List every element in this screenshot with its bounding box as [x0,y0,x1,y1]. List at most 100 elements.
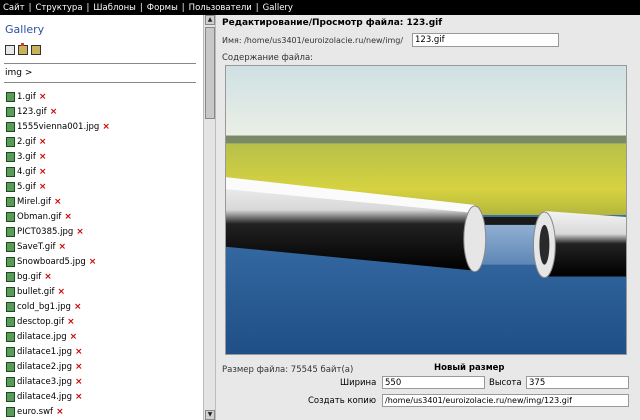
image-file-icon [6,211,15,222]
file-name[interactable]: euro.swf [17,407,53,417]
file-name[interactable]: 2.gif [17,137,36,147]
breadcrumb[interactable]: img > [5,68,32,78]
file-list-item[interactable]: dilatace1.jpg × [6,344,110,359]
delete-icon[interactable]: × [39,92,47,102]
file-list-item[interactable]: 123.gif × [6,104,110,119]
file-name[interactable]: cold_bg1.jpg [17,302,71,312]
delete-icon[interactable]: × [39,182,47,192]
file-name[interactable]: dilatace4.jpg [17,392,72,402]
file-list-item[interactable]: dilatace2.jpg × [6,359,110,374]
file-name[interactable]: Mirel.gif [17,197,51,207]
file-list-item[interactable]: bg.gif × [6,269,110,284]
delete-icon[interactable]: × [75,362,83,372]
delete-icon[interactable]: × [70,332,78,342]
delete-icon[interactable]: × [75,377,83,387]
file-list-item[interactable]: Obman.gif × [6,209,110,224]
file-name[interactable]: 123.gif [17,107,47,117]
new-size-title: Новый размер [434,363,505,373]
nav-link[interactable]: Сайт [3,3,25,13]
content-label: Содержание файла: [222,53,314,63]
image-file-icon [6,256,15,267]
delete-icon[interactable]: × [54,197,62,207]
image-preview [225,65,627,355]
nav-link[interactable]: Шаблоны [93,3,135,13]
nav-link[interactable]: Структура [36,3,83,13]
new-file-icon[interactable] [5,45,15,55]
delete-icon[interactable]: × [50,107,58,117]
gallery-sidebar: Gallery img > 1.gif × 123.gif × 1555vienna00… [0,15,203,420]
delete-icon[interactable]: × [44,272,52,282]
height-input[interactable] [526,376,629,389]
file-name[interactable]: dilatace3.jpg [17,377,72,387]
file-list-item[interactable]: PICT0385.jpg × [6,224,110,239]
delete-icon[interactable]: × [89,257,97,267]
file-name[interactable]: desctop.gif [17,317,64,327]
delete-icon[interactable]: × [102,122,110,132]
file-name[interactable]: bg.gif [17,272,41,282]
image-file-icon [6,136,15,147]
image-file-icon [6,286,15,297]
file-list-item[interactable]: 1555vienna001.jpg × [6,119,110,134]
delete-icon[interactable]: × [74,302,82,312]
new-folder-icon[interactable] [18,43,28,55]
nav-link[interactable]: Пользователи [189,3,252,13]
file-list-item[interactable]: SaveT.gif × [6,239,110,254]
sidebar-scrollbar[interactable]: ▲ ▼ [203,15,216,420]
image-file-icon [6,301,15,312]
delete-icon[interactable]: × [39,152,47,162]
file-name[interactable]: dilatace2.jpg [17,362,72,372]
delete-icon[interactable]: × [76,227,84,237]
scroll-down-arrow-icon[interactable]: ▼ [205,410,215,420]
nav-separator: | [255,2,259,13]
file-list-item[interactable]: euro.swf × [6,404,110,419]
file-list-item[interactable]: cold_bg1.jpg × [6,299,110,314]
file-name[interactable]: Snowboard5.jpg [17,257,86,267]
delete-icon[interactable]: × [59,242,67,252]
nav-link[interactable]: Формы [147,3,178,13]
nav-link[interactable]: Gallery [263,3,293,13]
delete-icon[interactable]: × [75,392,83,402]
file-list-item[interactable]: 5.gif × [6,179,110,194]
file-name[interactable]: 1.gif [17,92,36,102]
copy-path-input[interactable] [382,394,629,407]
file-list-item[interactable]: 1.gif × [6,89,110,104]
file-name[interactable]: SaveT.gif [17,242,56,252]
file-list-item[interactable]: 4.gif × [6,164,110,179]
scroll-up-arrow-icon[interactable]: ▲ [205,15,215,25]
file-list-item[interactable]: 2.gif × [6,134,110,149]
delete-icon[interactable]: × [39,137,47,147]
delete-icon[interactable]: × [58,287,66,297]
file-list-item[interactable]: dilatace3.jpg × [6,374,110,389]
file-name[interactable]: 4.gif [17,167,36,177]
delete-icon[interactable]: × [64,212,72,222]
delete-icon[interactable]: × [39,167,47,177]
file-name[interactable]: bullet.gif [17,287,55,297]
file-name[interactable]: 3.gif [17,152,36,162]
height-label: Высота [489,378,522,388]
image-file-icon [6,91,15,102]
file-name-input[interactable] [412,33,559,47]
file-name[interactable]: Obman.gif [17,212,61,222]
file-name[interactable]: dilatace1.jpg [17,347,72,357]
file-list-item[interactable]: desctop.gif × [6,314,110,329]
file-name[interactable]: 5.gif [17,182,36,192]
delete-icon[interactable]: × [75,347,83,357]
image-file-icon [6,316,15,327]
delete-icon[interactable]: × [67,317,75,327]
file-list-item[interactable]: Mirel.gif × [6,194,110,209]
nav-separator: | [181,2,185,13]
file-list-item[interactable]: 3.gif × [6,149,110,164]
file-name[interactable]: dilatace.jpg [17,332,67,342]
nav-separator: | [86,2,90,13]
width-input[interactable] [382,376,485,389]
file-name[interactable]: PICT0385.jpg [17,227,73,237]
delete-icon[interactable]: × [56,407,64,417]
file-list-item[interactable]: Snowboard5.jpg × [6,254,110,269]
file-list-item[interactable]: dilatace.jpg × [6,329,110,344]
scroll-thumb[interactable] [205,27,215,119]
file-list-item[interactable]: bullet.gif × [6,284,110,299]
file-list-item[interactable]: dilatace4.jpg × [6,389,110,404]
upload-icon[interactable] [31,45,41,55]
image-file-icon [6,151,15,162]
file-name[interactable]: 1555vienna001.jpg [17,122,99,132]
